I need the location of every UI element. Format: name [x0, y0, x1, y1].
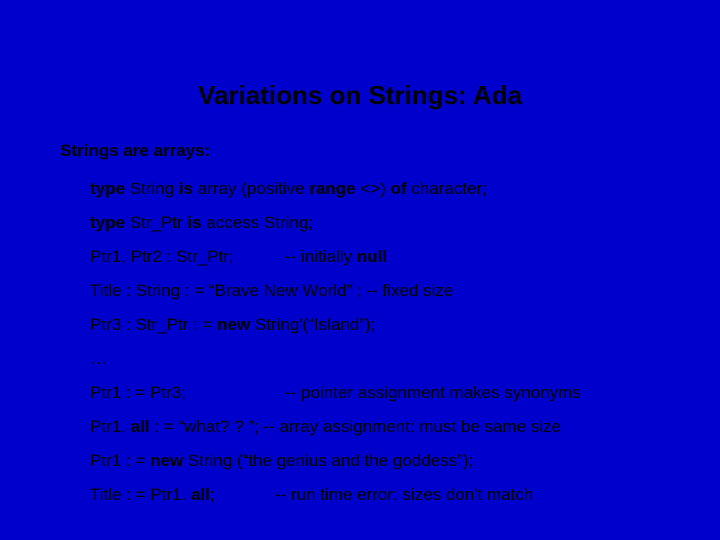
text: Ptr1.: [90, 417, 131, 436]
text: Ptr1 : =: [90, 451, 150, 470]
slide: Variations on Strings: Ada Strings are a…: [0, 0, 720, 540]
code-line-3: Ptr1, Ptr2 : Str_Ptr;-- initially null: [90, 247, 680, 267]
comment: -- initially: [285, 247, 357, 266]
text: Str_Ptr: [125, 213, 187, 232]
text: Ptr1, Ptr2 : Str_Ptr;: [90, 247, 285, 267]
text: String: [125, 179, 179, 198]
text: Ptr3 : Str_Ptr : =: [90, 315, 217, 334]
code-line-10: Title : = Ptr1. all;-- run time error: s…: [90, 485, 680, 505]
code-line-5: Ptr3 : Str_Ptr : = new String'(“Island”)…: [90, 315, 680, 335]
keyword: range: [309, 179, 355, 198]
text: Ptr1 : = Ptr3;: [90, 383, 285, 403]
text: Title : = Ptr1.: [90, 485, 191, 504]
keyword: type: [90, 213, 125, 232]
code-line-2: type Str_Ptr is access String;: [90, 213, 680, 233]
keyword: is: [187, 213, 201, 232]
text: ;: [210, 485, 275, 505]
text: <>): [356, 179, 391, 198]
text: character;: [407, 179, 487, 198]
keyword: new: [217, 315, 250, 334]
comment: -- run time error: sizes don't match: [275, 485, 533, 504]
text: : = “what? ? ”; -- array assignment: mus…: [150, 417, 561, 436]
keyword: all: [131, 417, 150, 436]
keyword: of: [390, 179, 406, 198]
code-line-7: Ptr1 : = Ptr3;-- pointer assignment make…: [90, 383, 680, 403]
code-line-8: Ptr1. all : = “what? ? ”; -- array assig…: [90, 417, 680, 437]
code-line-4: Title : String : = “Brave New World” ; -…: [90, 281, 680, 301]
keyword: new: [150, 451, 183, 470]
keyword: null: [357, 247, 387, 266]
keyword: is: [179, 179, 193, 198]
keyword: all: [191, 485, 210, 504]
text: array (positive: [193, 179, 309, 198]
slide-title: Variations on Strings: Ada: [40, 80, 680, 111]
text: String'(“Island”);: [250, 315, 375, 334]
code-line-9: Ptr1 : = new String (“the genius and the…: [90, 451, 680, 471]
text: access String;: [202, 213, 314, 232]
keyword: type: [90, 179, 125, 198]
subheading: Strings are arrays:: [60, 141, 680, 161]
text: String (“the genius and the goddess”);: [183, 451, 473, 470]
code-line-6: …: [90, 349, 680, 369]
code-line-1: type String is array (positive range <>)…: [90, 179, 680, 199]
comment: -- pointer assignment makes synonyms: [285, 383, 581, 402]
